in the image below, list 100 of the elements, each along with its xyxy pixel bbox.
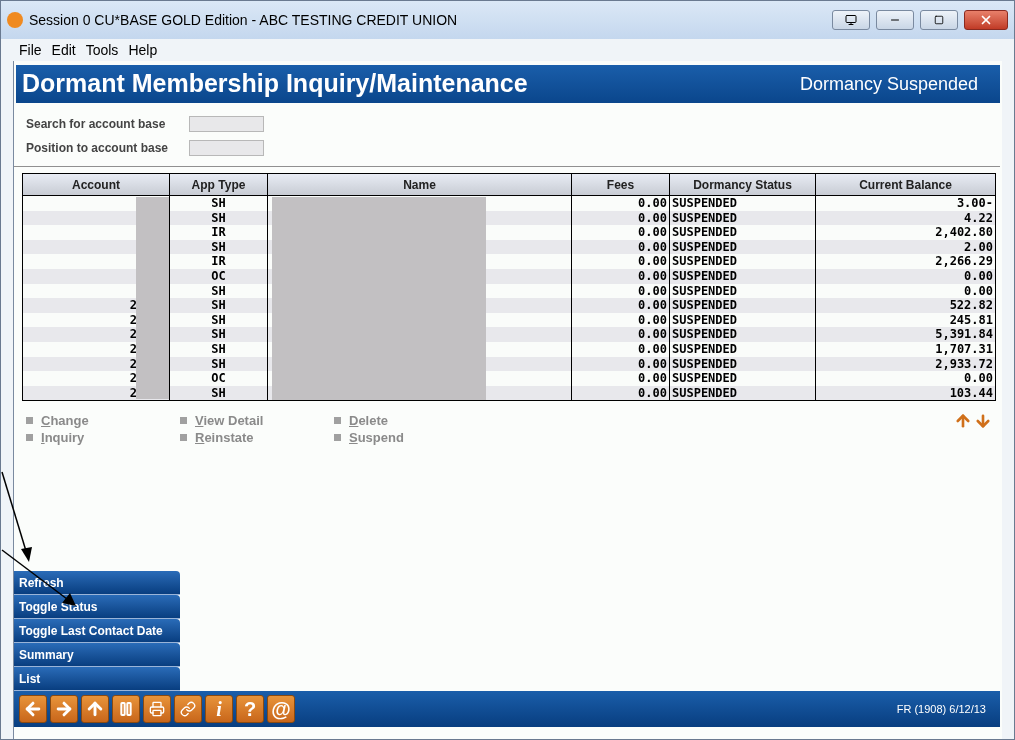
link-icon[interactable] — [174, 695, 202, 723]
page-title: Dormant Membership Inquiry/Maintenance — [22, 68, 528, 100]
table-cell: SUSPENDED — [672, 268, 738, 283]
menu-item[interactable]: File — [19, 39, 42, 61]
table-cell: 2 — [129, 385, 137, 401]
field-label: Position to account base — [26, 140, 170, 157]
table-cell: SH — [211, 283, 226, 299]
table-cell: 0.00 — [638, 225, 667, 240]
close-button[interactable] — [964, 10, 1008, 30]
app-logo-icon — [7, 12, 23, 28]
function-button[interactable]: List — [14, 667, 180, 691]
table-cell: 2,266.29 — [935, 254, 993, 269]
table-cell: SH — [211, 312, 226, 328]
table-cell: 2 — [129, 298, 137, 313]
table-cell: SUSPENDED — [672, 371, 738, 386]
table-cell: 2 — [129, 312, 137, 328]
function-button[interactable]: Summary — [14, 643, 180, 667]
table-cell: 0.00 — [638, 327, 667, 342]
table-cell: 0.00 — [638, 254, 667, 269]
table-cell: SUSPENDED — [672, 385, 738, 400]
table-cell: SUSPENDED — [672, 254, 738, 269]
table-cell: 0.00 — [964, 283, 993, 299]
table-cell: SH — [211, 239, 226, 255]
table-cell: 0.00 — [638, 196, 667, 211]
table-cell: SUSPENDED — [672, 356, 738, 371]
table-cell: 0.00 — [638, 385, 667, 401]
column-header: Name — [268, 174, 572, 195]
function-button[interactable]: Toggle Last Contact Date — [14, 619, 180, 643]
status-text: FR (1908) 6/12/13 — [896, 701, 986, 717]
table-cell: 0.00 — [638, 239, 667, 255]
table-cell: 0.00 — [638, 268, 667, 284]
bullet-icon — [334, 417, 341, 425]
column-header: Dormancy Status — [670, 174, 816, 195]
column-header: Fees — [572, 174, 670, 195]
table-cell: SH — [211, 210, 226, 226]
column-header: Current Balance — [858, 176, 953, 194]
column-header: App Type — [170, 174, 268, 195]
bullet-icon — [180, 434, 187, 442]
table-cell: SUSPENDED — [672, 283, 738, 298]
close-icon — [979, 13, 993, 27]
scroll-up-button[interactable] — [954, 412, 972, 429]
table-cell: 0.00 — [638, 210, 667, 226]
table-cell: 2 — [129, 356, 137, 372]
scroll-down-button[interactable] — [974, 412, 992, 429]
table-cell: SUSPENDED — [672, 341, 738, 356]
table-cell: 2 — [129, 341, 137, 357]
table-cell: 0.00 — [638, 356, 667, 372]
bullet-icon — [26, 417, 33, 425]
bullet-icon — [26, 434, 33, 442]
menu-item[interactable]: Edit — [51, 39, 76, 61]
table-cell: SUSPENDED — [672, 210, 738, 225]
table-cell: 0.00 — [964, 268, 993, 284]
table-cell: OC — [211, 268, 226, 284]
table-cell: 0.00 — [638, 371, 667, 386]
table-cell: SUSPENDED — [672, 327, 738, 342]
table-cell: 1,707.31 — [935, 341, 993, 357]
menu-item[interactable]: Tools — [85, 39, 119, 61]
table-cell: SUSPENDED — [672, 196, 738, 210]
window-title: Session 0 CU*BASE GOLD Edition - ABC TESTING CREDIT UNION — [29, 10, 459, 30]
table-cell: 3.00- — [956, 196, 993, 211]
table-cell: 4.22 — [964, 210, 993, 226]
table-cell: 2.00 — [964, 239, 993, 255]
table-cell: 0.00 — [638, 341, 667, 357]
table-cell: 0.00 — [964, 371, 993, 386]
table-cell: 245.81 — [949, 312, 993, 328]
action-link[interactable]: Change — [41, 411, 89, 431]
table-cell: SUSPENDED — [672, 239, 738, 254]
input-field[interactable] — [189, 140, 264, 156]
bullet-icon — [180, 417, 187, 425]
table-cell: 2 — [129, 371, 137, 386]
table-cell: SH — [211, 327, 226, 342]
table-cell: SUSPENDED — [672, 312, 738, 327]
table-cell: SH — [211, 385, 226, 401]
print-icon[interactable] — [143, 695, 171, 723]
field-label: Search for account base — [26, 116, 167, 133]
screen-button[interactable] — [832, 10, 870, 30]
column-header: Account — [23, 174, 170, 195]
table-cell: 5,391.84 — [935, 327, 993, 342]
forward-icon[interactable] — [50, 695, 78, 723]
table-cell: IR — [211, 225, 226, 240]
input-field[interactable] — [189, 116, 264, 132]
table-cell: SUSPENDED — [672, 298, 738, 313]
page-mode: Dormancy Suspended — [799, 72, 978, 96]
menu-item[interactable]: Help — [128, 39, 158, 61]
table-cell: 103.44 — [949, 385, 993, 401]
table-cell: 2,933.72 — [935, 356, 993, 372]
table-cell: 0.00 — [638, 283, 667, 299]
up-icon[interactable] — [81, 695, 109, 723]
back-icon[interactable] — [19, 695, 47, 723]
maximize-button[interactable] — [920, 10, 958, 30]
minimize-button[interactable] — [876, 10, 914, 30]
table-cell: SH — [211, 341, 226, 357]
table-cell: 0.00 — [638, 298, 667, 313]
bullet-icon — [334, 434, 341, 442]
pause-icon[interactable] — [112, 695, 140, 723]
table-cell: SH — [211, 356, 226, 372]
table-cell: 522.82 — [949, 298, 993, 313]
table-cell: SH — [211, 196, 226, 211]
table-cell: IR — [211, 254, 226, 269]
monitor-icon — [845, 14, 857, 26]
